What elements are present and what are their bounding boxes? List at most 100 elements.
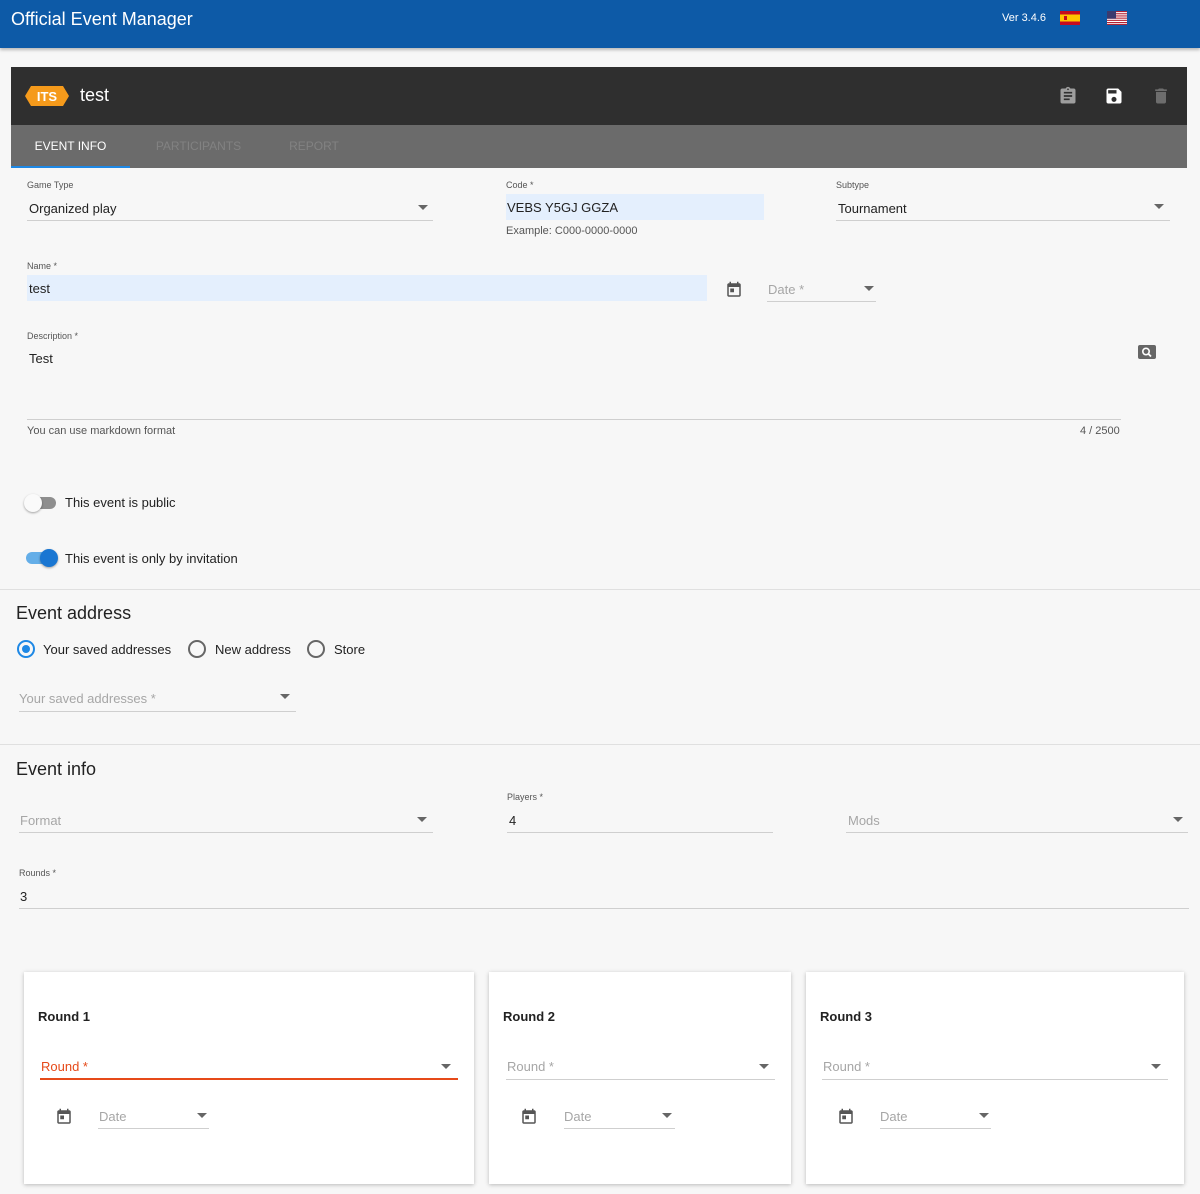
saved-addresses-placeholder: Your saved addresses *	[19, 691, 156, 706]
calendar-icon[interactable]	[837, 1108, 855, 1126]
event-header-bar: ITS test	[11, 67, 1187, 125]
round-date-underline	[880, 1128, 991, 1129]
players-label: Players *	[507, 792, 544, 802]
tab-report[interactable]: REPORT	[286, 125, 342, 168]
radio-new-address[interactable]	[188, 640, 206, 658]
es-flag-icon[interactable]	[1060, 11, 1080, 25]
section-divider	[0, 744, 1200, 745]
toggle-knob	[24, 494, 42, 512]
players-field[interactable]: 4	[507, 807, 773, 833]
round-placeholder: Round *	[41, 1059, 88, 1074]
radio-saved-addresses[interactable]	[17, 640, 35, 658]
round-date-placeholder: Date	[564, 1109, 592, 1124]
us-flag-icon[interactable]	[1107, 11, 1127, 25]
toggle-knob	[40, 549, 58, 567]
saved-addresses-underline	[19, 711, 296, 712]
event-title: test	[80, 85, 110, 105]
saved-addresses-select[interactable]: Your saved addresses *	[19, 685, 296, 712]
calendar-icon[interactable]	[520, 1108, 538, 1126]
name-label: Name *	[27, 261, 58, 271]
round-card-2: Round 2 Round * Date	[489, 972, 791, 1184]
app-title: Official Event Manager	[11, 9, 193, 29]
round-date-underline	[564, 1128, 675, 1129]
version-label: Ver 3.4.6	[1002, 12, 1047, 24]
chevron-down-icon	[418, 205, 428, 210]
chevron-down-icon	[280, 694, 290, 699]
round-date-placeholder: Date	[99, 1109, 127, 1124]
subtype-underline	[836, 220, 1170, 221]
players-value: 4	[509, 813, 517, 828]
mods-select[interactable]: Mods	[846, 807, 1188, 833]
players-underline	[507, 832, 773, 833]
round-underline	[506, 1079, 775, 1080]
chevron-down-icon	[441, 1064, 451, 1069]
event-info-title: Event info	[16, 759, 97, 779]
chevron-down-icon	[1173, 817, 1183, 822]
game-type-select[interactable]: Organized play	[27, 194, 433, 221]
rounds-label: Rounds *	[19, 868, 57, 878]
chevron-down-icon	[864, 286, 874, 291]
round-title: Round 1	[38, 1009, 90, 1024]
rounds-value: 3	[20, 889, 28, 904]
chevron-down-icon	[1154, 204, 1164, 209]
preview-search-icon[interactable]	[1138, 345, 1156, 359]
code-value: VEBS Y5GJ GGZA	[507, 200, 619, 215]
chevron-down-icon	[979, 1113, 989, 1118]
subtype-value: Tournament	[838, 201, 907, 216]
event-date-select[interactable]: Date *	[767, 276, 876, 302]
subtype-label: Subtype	[836, 180, 870, 190]
invitation-toggle-label: This event is only by invitation	[65, 551, 238, 566]
game-type-label: Game Type	[27, 180, 74, 190]
calendar-icon[interactable]	[55, 1108, 73, 1126]
round-date-select[interactable]: Date	[564, 1103, 675, 1129]
round-select[interactable]: Round *	[40, 1052, 458, 1082]
radio-store-label: Store	[334, 642, 366, 657]
tab-event-info[interactable]: EVENT INFO	[11, 125, 130, 168]
radio-new-address-label: New address	[215, 642, 291, 657]
save-icon[interactable]	[1104, 86, 1124, 106]
rounds-underline	[19, 908, 1189, 909]
delete-icon[interactable]	[1151, 86, 1171, 106]
rounds-field[interactable]: 3	[19, 883, 1189, 909]
game-type-underline	[27, 220, 433, 221]
description-underline	[27, 419, 1121, 420]
round-select[interactable]: Round *	[506, 1052, 775, 1082]
format-underline	[19, 832, 433, 833]
round-title: Round 3	[820, 1009, 872, 1024]
public-toggle[interactable]	[24, 493, 58, 513]
round-card-1: Round 1 Round * Date	[24, 972, 474, 1184]
name-value: test	[29, 281, 50, 296]
radio-saved-addresses-label: Your saved addresses	[43, 642, 172, 657]
subtype-select[interactable]: Tournament	[836, 194, 1170, 221]
clipboard-icon[interactable]	[1058, 86, 1078, 106]
round-card-3: Round 3 Round * Date	[806, 972, 1184, 1184]
calendar-icon[interactable]	[725, 281, 743, 299]
svg-text:ITS: ITS	[37, 89, 58, 104]
app-bar: Official Event Manager Ver 3.4.6	[0, 0, 1200, 48]
round-date-select[interactable]: Date	[98, 1103, 209, 1129]
format-select[interactable]: Format	[19, 807, 433, 833]
markdown-hint: You can use markdown format	[27, 425, 176, 437]
date-placeholder: Date *	[768, 282, 805, 297]
description-label: Description *	[27, 331, 79, 341]
description-textarea[interactable]: Test	[27, 345, 1121, 420]
event-tabs: EVENT INFO PARTICIPANTS REPORT	[11, 125, 1187, 168]
chevron-down-icon	[197, 1113, 207, 1118]
tab-participants[interactable]: PARTICIPANTS	[151, 125, 246, 168]
code-field[interactable]: VEBS Y5GJ GGZA	[506, 194, 764, 220]
chevron-down-icon	[759, 1064, 769, 1069]
round-underline	[822, 1079, 1168, 1080]
round-placeholder: Round *	[823, 1059, 870, 1074]
invitation-toggle[interactable]	[24, 548, 58, 568]
radio-store[interactable]	[307, 640, 325, 658]
mods-placeholder: Mods	[848, 813, 880, 828]
round-select[interactable]: Round *	[822, 1052, 1168, 1082]
round-date-select[interactable]: Date	[880, 1103, 991, 1129]
code-label: Code *	[506, 180, 534, 190]
chevron-down-icon	[662, 1113, 672, 1118]
public-toggle-label: This event is public	[65, 495, 176, 510]
code-hint: Example: C000-0000-0000	[506, 225, 638, 237]
description-value: Test	[29, 351, 53, 366]
name-field[interactable]: test	[27, 275, 707, 301]
mods-underline	[846, 832, 1188, 833]
